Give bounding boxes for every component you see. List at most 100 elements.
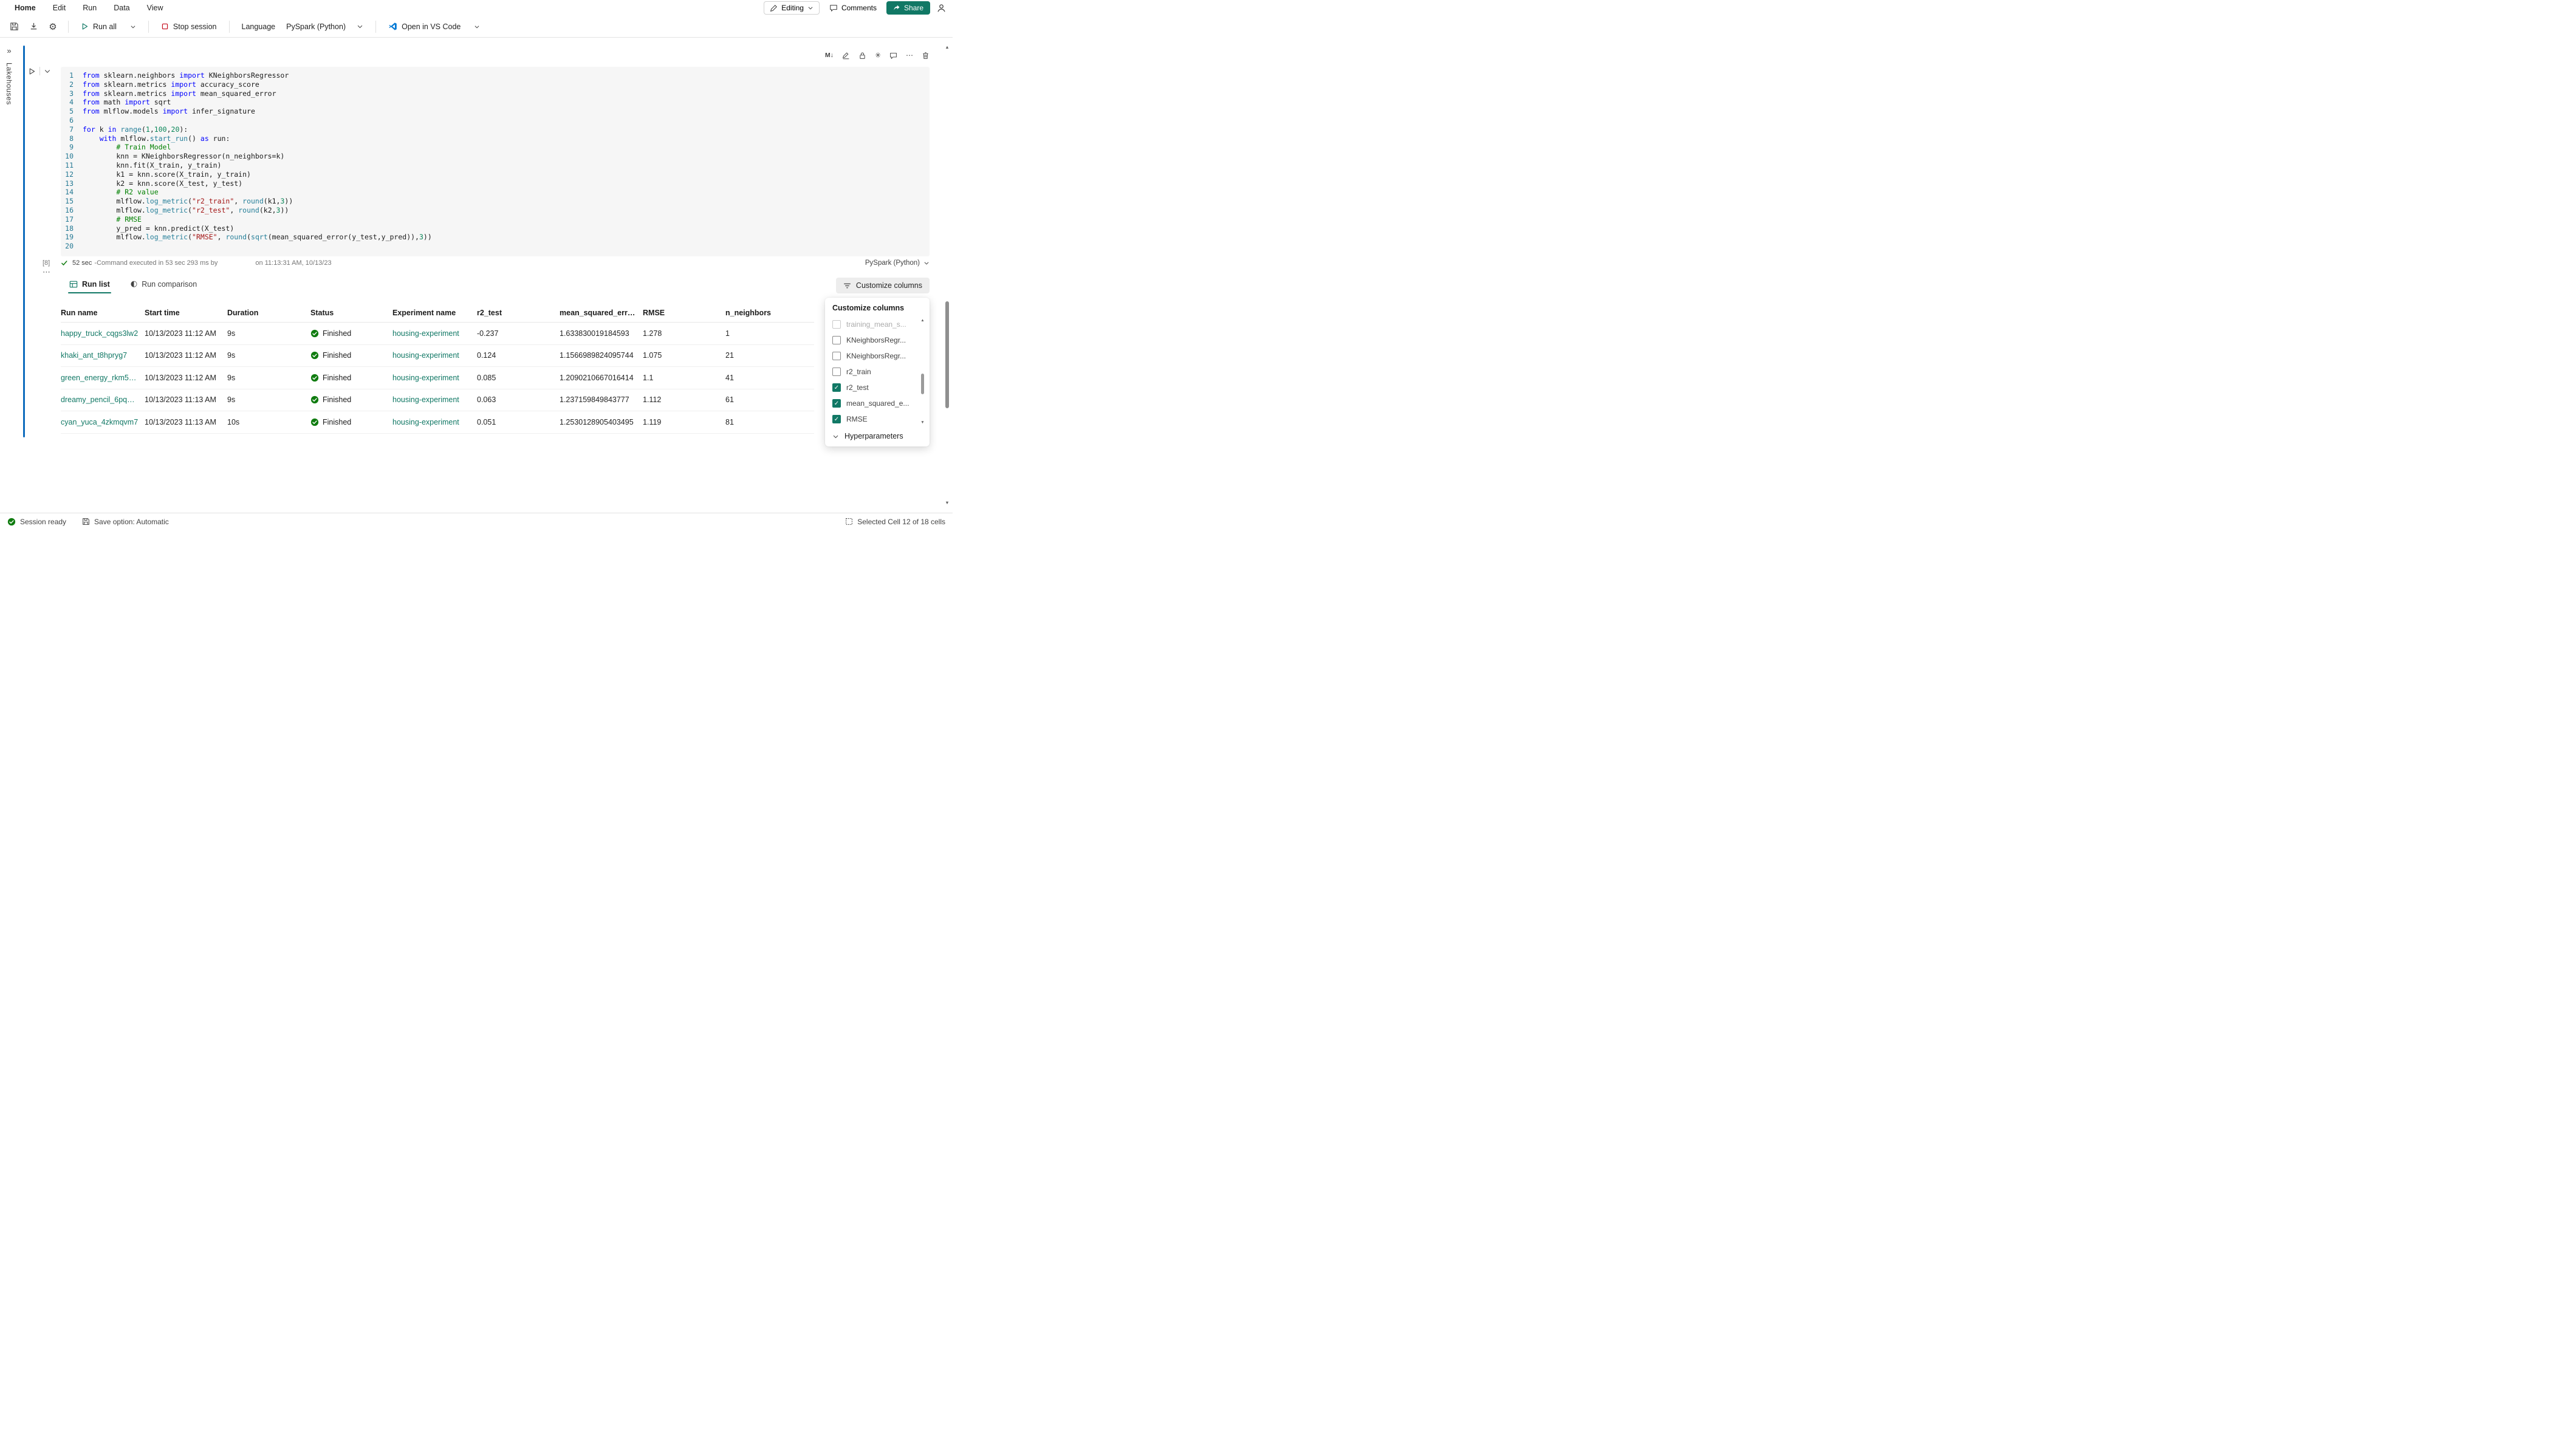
code-cell[interactable]: M↓ ✳ ⋯ 1fro	[61, 50, 930, 267]
table-row[interactable]: happy_truck_cqgs3lw2 10/13/2023 11:12 AM…	[61, 323, 814, 345]
column-option[interactable]: r2_train	[832, 364, 916, 380]
experiment-link[interactable]: housing-experiment	[392, 374, 477, 382]
customize-columns-label: Customize columns	[856, 281, 922, 290]
tab-run-comparison[interactable]: ◐ Run comparison	[127, 277, 200, 293]
lock-cell-icon[interactable]	[858, 52, 866, 60]
column-header[interactable]: Status	[310, 309, 392, 317]
chevron-down-icon	[923, 260, 930, 266]
run-name-link[interactable]: dreamy_pencil_6pqhqf...	[61, 395, 145, 404]
toolbar-divider	[148, 21, 149, 33]
scroll-track[interactable]	[943, 51, 951, 499]
menu-tab-home[interactable]: Home	[7, 2, 43, 14]
export-icon[interactable]	[26, 19, 41, 35]
column-header[interactable]: r2_test	[477, 309, 560, 317]
cell-list-more-icon[interactable]: ⋯	[43, 267, 51, 277]
column-checkbox[interactable]: ✓	[832, 383, 841, 392]
menu-tab-edit[interactable]: Edit	[46, 2, 74, 14]
status-cell: Finished	[310, 351, 392, 360]
menu-tab-run[interactable]: Run	[75, 2, 104, 14]
output-tabs: Run list ◐ Run comparison Customize colu…	[61, 277, 930, 293]
save-icon[interactable]	[6, 19, 22, 35]
scroll-down-icon[interactable]: ▼	[945, 499, 949, 507]
column-header[interactable]: RMSE	[643, 309, 725, 317]
convert-markdown-icon[interactable]: M↓	[825, 52, 834, 59]
column-checkbox[interactable]: ✓	[832, 415, 841, 423]
experiment-link[interactable]: housing-experiment	[392, 329, 477, 338]
table-row[interactable]: khaki_ant_t8hpryg7 10/13/2023 11:12 AM 9…	[61, 345, 814, 368]
column-checkbox[interactable]: ✓	[832, 399, 841, 408]
column-header[interactable]: mean_squared_error_...	[560, 309, 643, 317]
menu-tab-view[interactable]: View	[140, 2, 171, 14]
panel-scroll-thumb[interactable]	[921, 374, 924, 394]
save-status-icon	[82, 518, 90, 525]
sparkle-ai-icon[interactable]: ✳	[875, 51, 881, 60]
cell-more-options-icon[interactable]: ⋯	[906, 51, 913, 60]
customize-columns-button[interactable]: Customize columns	[836, 278, 930, 293]
scroll-down-icon[interactable]: ▼	[920, 420, 924, 426]
column-checkbox[interactable]	[832, 336, 841, 344]
n-neighbors-cell: 21	[725, 351, 814, 360]
vscode-chevron-icon[interactable]	[469, 19, 485, 35]
column-option[interactable]: ✓RMSE	[832, 411, 916, 427]
run-all-button[interactable]: Run all	[76, 20, 122, 33]
scroll-up-icon[interactable]: ▲	[920, 318, 924, 324]
main-scrollbar[interactable]: ▲ ▼	[943, 44, 951, 507]
column-header[interactable]: Experiment name	[392, 309, 477, 317]
delete-cell-icon[interactable]	[922, 52, 930, 60]
run-cell-icon[interactable]	[28, 67, 36, 75]
column-option[interactable]: training_mean_s...	[832, 316, 916, 332]
run-name-link[interactable]: green_energy_rkm578xf	[61, 374, 145, 382]
column-header[interactable]: Run name	[61, 309, 145, 317]
execution-count: [8]	[43, 259, 61, 267]
scroll-thumb[interactable]	[945, 301, 949, 408]
hyperparameters-section-toggle[interactable]: Hyperparameters	[832, 432, 926, 440]
menu-tab-data[interactable]: Data	[106, 2, 137, 14]
panel-scroll-track[interactable]	[919, 324, 926, 420]
kernel-dropdown[interactable]: PySpark (Python)	[865, 259, 930, 267]
column-option[interactable]: KNeighborsRegr...	[832, 348, 916, 364]
panel-scrollbar[interactable]: ▲ ▼	[919, 318, 926, 426]
cell-comment-icon[interactable]	[889, 52, 897, 60]
expand-pane-icon[interactable]: »	[7, 46, 11, 55]
mse-cell: 1.2530128905403495	[560, 418, 643, 426]
cell-selection-bar	[23, 46, 25, 437]
column-option[interactable]: ✓r2_test	[832, 380, 916, 395]
column-header[interactable]: Start time	[145, 309, 227, 317]
account-avatar[interactable]	[936, 3, 947, 13]
column-checkbox[interactable]	[832, 320, 841, 329]
editing-mode-dropdown[interactable]: Editing	[764, 1, 820, 15]
table-row[interactable]: green_energy_rkm578xf 10/13/2023 11:12 A…	[61, 367, 814, 389]
stop-session-button[interactable]: Stop session	[156, 20, 222, 33]
column-header[interactable]: Duration	[227, 309, 310, 317]
scroll-up-icon[interactable]: ▲	[945, 44, 949, 51]
save-option-status[interactable]: Save option: Automatic	[82, 518, 169, 526]
run-name-link[interactable]: khaki_ant_t8hpryg7	[61, 351, 145, 360]
code-editor[interactable]: 1from sklearn.neighbors import KNeighbor…	[61, 67, 930, 256]
column-checkbox[interactable]	[832, 368, 841, 376]
column-option[interactable]: KNeighborsRegr...	[832, 332, 916, 348]
experiment-link[interactable]: housing-experiment	[392, 351, 477, 360]
run-name-link[interactable]: happy_truck_cqgs3lw2	[61, 329, 145, 338]
comment-icon	[829, 4, 838, 12]
table-row[interactable]: dreamy_pencil_6pqhqf... 10/13/2023 11:13…	[61, 389, 814, 412]
tab-run-list[interactable]: Run list	[66, 278, 114, 293]
column-option[interactable]: ✓mean_squared_e...	[832, 395, 916, 411]
experiment-link[interactable]: housing-experiment	[392, 418, 477, 426]
settings-gear-icon[interactable]: ⚙	[45, 19, 61, 35]
toolbar-divider	[375, 21, 376, 33]
column-checkbox[interactable]	[832, 352, 841, 360]
run-all-chevron-icon[interactable]	[125, 19, 141, 35]
column-header[interactable]: n_neighbors	[725, 309, 814, 317]
comments-button[interactable]: Comments	[826, 2, 880, 14]
experiment-link[interactable]: housing-experiment	[392, 395, 477, 404]
table-row[interactable]: cyan_yuca_4zkmqvm7 10/13/2023 11:13 AM 1…	[61, 411, 814, 434]
edit-note-icon[interactable]	[842, 52, 850, 60]
collapse-cell-icon[interactable]	[44, 67, 51, 75]
lakehouses-pane-label[interactable]: Lakehouses	[5, 63, 13, 105]
share-button[interactable]: Share	[886, 1, 930, 15]
open-vscode-button[interactable]: Open in VS Code	[383, 19, 465, 33]
success-check-icon	[61, 259, 68, 267]
rmse-cell: 1.1	[643, 374, 725, 382]
run-name-link[interactable]: cyan_yuca_4zkmqvm7	[61, 418, 145, 426]
language-dropdown[interactable]: PySpark (Python)	[281, 20, 368, 33]
